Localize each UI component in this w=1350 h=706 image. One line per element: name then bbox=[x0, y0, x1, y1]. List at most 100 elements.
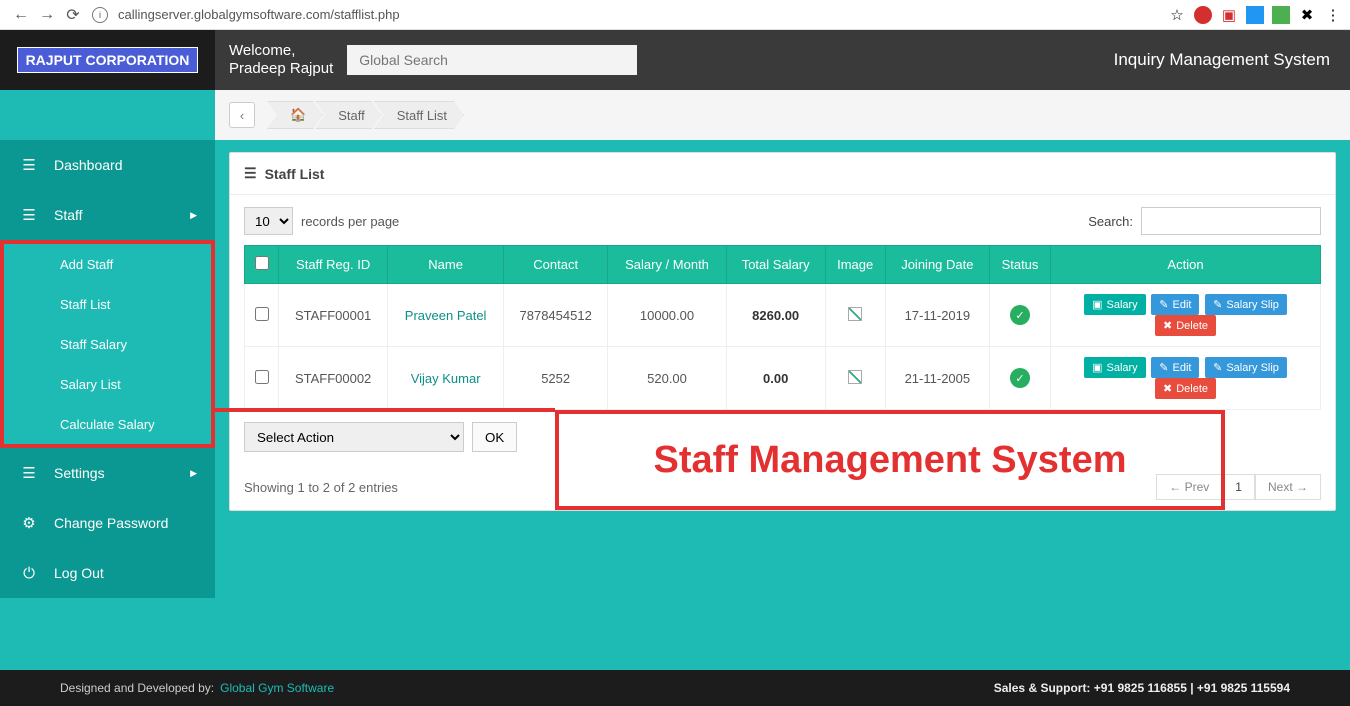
reload-button[interactable]: ⟳ bbox=[62, 4, 84, 26]
th-reg-id[interactable]: Staff Reg. ID bbox=[279, 246, 388, 284]
dashboard-icon: ☰ bbox=[18, 156, 40, 174]
menu-icon[interactable]: ⋮ bbox=[1324, 6, 1342, 24]
th-image[interactable]: Image bbox=[825, 246, 885, 284]
cell-reg-id: STAFF00001 bbox=[279, 284, 388, 347]
extension-icon[interactable] bbox=[1246, 6, 1264, 24]
submenu-salary-list[interactable]: Salary List bbox=[4, 364, 211, 404]
cell-reg-id: STAFF00002 bbox=[279, 347, 388, 410]
records-label: records per page bbox=[301, 214, 399, 229]
row-checkbox[interactable] bbox=[255, 307, 269, 321]
row-checkbox[interactable] bbox=[255, 370, 269, 384]
th-status[interactable]: Status bbox=[989, 246, 1050, 284]
table-row: STAFF00002 Vijay Kumar 5252 520.00 0.00 … bbox=[245, 347, 1321, 410]
ok-button[interactable]: OK bbox=[472, 422, 517, 452]
submenu-staff-salary[interactable]: Staff Salary bbox=[4, 324, 211, 364]
cell-total-salary: 8260.00 bbox=[726, 284, 825, 347]
card-title: Staff List bbox=[265, 166, 325, 182]
image-icon bbox=[848, 307, 862, 321]
table-controls: 10 records per page Search: bbox=[244, 207, 1321, 235]
chevron-right-icon: ▶ bbox=[190, 468, 197, 479]
staff-name-link[interactable]: Praveen Patel bbox=[405, 308, 487, 323]
cell-contact: 7878454512 bbox=[504, 284, 608, 347]
extension-icon[interactable]: ✖ bbox=[1298, 6, 1316, 24]
staff-submenu: Add Staff Staff List Staff Salary Salary… bbox=[0, 240, 215, 448]
welcome-text: Welcome, bbox=[229, 42, 333, 60]
select-all-checkbox[interactable] bbox=[255, 256, 269, 270]
power-icon: ⏻ bbox=[18, 565, 40, 582]
cell-joining-date: 21-11-2005 bbox=[885, 347, 989, 410]
sidebar-item-dashboard[interactable]: ☰ Dashboard bbox=[0, 140, 215, 190]
footer-link[interactable]: Global Gym Software bbox=[220, 681, 334, 695]
submenu-calculate-salary[interactable]: Calculate Salary bbox=[4, 404, 211, 444]
table-row: STAFF00001 Praveen Patel 7878454512 1000… bbox=[245, 284, 1321, 347]
forward-button[interactable]: → bbox=[36, 4, 58, 26]
welcome-user: Pradeep Rajput bbox=[229, 60, 333, 78]
th-contact[interactable]: Contact bbox=[504, 246, 608, 284]
search-label: Search: bbox=[1088, 214, 1133, 229]
cell-contact: 5252 bbox=[504, 347, 608, 410]
sidebar: ☰ Dashboard ☰ Staff ▶ Add Staff Staff Li… bbox=[0, 90, 215, 670]
url-bar[interactable]: callingserver.globalgymsoftware.com/staf… bbox=[114, 7, 1168, 22]
sidebar-item-logout[interactable]: ⏻ Log Out bbox=[0, 548, 215, 598]
table-search-input[interactable] bbox=[1141, 207, 1321, 235]
breadcrumb: ‹ 🏠 Staff Staff List bbox=[215, 90, 1350, 140]
salary-button[interactable]: ▣Salary bbox=[1084, 294, 1146, 315]
annotation-line bbox=[215, 408, 555, 412]
th-name[interactable]: Name bbox=[388, 246, 504, 284]
sidebar-label: Settings bbox=[54, 465, 105, 481]
edit-button[interactable]: ✎Edit bbox=[1151, 357, 1199, 378]
app-header: RAJPUT CORPORATION Welcome, Pradeep Rajp… bbox=[0, 30, 1350, 90]
logo: RAJPUT CORPORATION bbox=[0, 30, 215, 90]
salary-button[interactable]: ▣Salary bbox=[1084, 357, 1146, 378]
extension-icon[interactable]: ▣ bbox=[1220, 6, 1238, 24]
cell-total-salary: 0.00 bbox=[726, 347, 825, 410]
th-salary-month[interactable]: Salary / Month bbox=[608, 246, 726, 284]
sidebar-label: Staff bbox=[54, 207, 83, 223]
logo-text: RAJPUT CORPORATION bbox=[17, 47, 199, 73]
breadcrumb-staff[interactable]: Staff bbox=[315, 101, 382, 129]
next-button[interactable]: Next → bbox=[1255, 474, 1321, 500]
salary-slip-button[interactable]: ✎Salary Slip bbox=[1205, 357, 1287, 378]
cell-joining-date: 17-11-2019 bbox=[885, 284, 989, 347]
th-joining-date[interactable]: Joining Date bbox=[885, 246, 989, 284]
sidebar-item-staff[interactable]: ☰ Staff ▶ bbox=[0, 190, 215, 240]
edit-icon: ✎ bbox=[1159, 361, 1168, 374]
edit-icon: ✎ bbox=[1159, 298, 1168, 311]
star-icon[interactable]: ☆ bbox=[1168, 6, 1186, 24]
back-button[interactable]: ← bbox=[10, 4, 32, 26]
edit-button[interactable]: ✎Edit bbox=[1151, 294, 1199, 315]
breadcrumb-home[interactable]: 🏠 bbox=[267, 101, 323, 129]
extension-icon[interactable] bbox=[1194, 6, 1212, 24]
extension-icon[interactable] bbox=[1272, 6, 1290, 24]
money-icon: ▣ bbox=[1092, 298, 1102, 311]
gear-icon: ⚙ bbox=[18, 514, 40, 532]
page-1-button[interactable]: 1 bbox=[1222, 474, 1255, 500]
submenu-staff-list[interactable]: Staff List bbox=[4, 284, 211, 324]
info-icon[interactable]: i bbox=[92, 7, 108, 23]
cell-salary-month: 10000.00 bbox=[608, 284, 726, 347]
status-active-icon: ✓ bbox=[1010, 368, 1030, 388]
th-total-salary[interactable]: Total Salary bbox=[726, 246, 825, 284]
delete-icon: ✖ bbox=[1163, 319, 1172, 332]
staff-name-link[interactable]: Vijay Kumar bbox=[411, 371, 481, 386]
cell-salary-month: 520.00 bbox=[608, 347, 726, 410]
showing-text: Showing 1 to 2 of 2 entries bbox=[244, 480, 398, 495]
submenu-add-staff[interactable]: Add Staff bbox=[4, 244, 211, 284]
delete-button[interactable]: ✖Delete bbox=[1155, 315, 1216, 336]
global-search-input[interactable] bbox=[347, 45, 637, 75]
footer-support: Sales & Support: +91 9825 116855 | +91 9… bbox=[994, 681, 1290, 695]
main-content: ‹ 🏠 Staff Staff List ☰ Staff List 10 rec… bbox=[215, 90, 1350, 670]
sidebar-item-settings[interactable]: ☰ Settings ▶ bbox=[0, 448, 215, 498]
records-per-page-select[interactable]: 10 bbox=[244, 207, 293, 235]
sidebar-item-change-password[interactable]: ⚙ Change Password bbox=[0, 498, 215, 548]
home-icon: 🏠 bbox=[290, 107, 306, 123]
staff-icon: ☰ bbox=[18, 206, 40, 224]
bulk-action-select[interactable]: Select Action bbox=[244, 422, 464, 452]
settings-icon: ☰ bbox=[18, 464, 40, 482]
salary-slip-button[interactable]: ✎Salary Slip bbox=[1205, 294, 1287, 315]
delete-button[interactable]: ✖Delete bbox=[1155, 378, 1216, 399]
list-icon: ☰ bbox=[244, 165, 257, 182]
breadcrumb-staff-list[interactable]: Staff List bbox=[374, 101, 464, 129]
breadcrumb-back-button[interactable]: ‹ bbox=[229, 102, 255, 128]
th-action[interactable]: Action bbox=[1051, 246, 1321, 284]
